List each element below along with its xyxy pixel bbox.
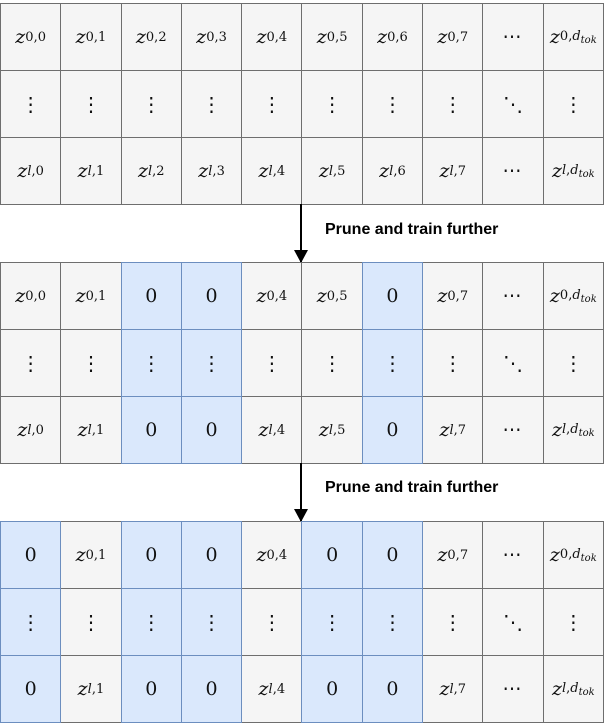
matrix-initial: z 0,0 z 0,1 z 0,2 z 0,3 z 0,4 z 0,5 z 0,6 z 0,7 ⋯ z 0,dtok… [0, 3, 604, 205]
matrix-cell: ⋮ [60, 329, 122, 397]
pruned-cell: 0 [361, 396, 424, 464]
matrix-cell: z 0,7 [422, 262, 484, 330]
matrix-cell: z l,7 [422, 137, 484, 205]
pruned-cell: 0 [301, 521, 363, 589]
pruned-cell: 0 [180, 521, 243, 589]
matrix-cell: ⋮ [542, 329, 604, 397]
matrix-cell: z l,6 [361, 137, 424, 205]
matrix-cell: ⋮ [0, 70, 62, 138]
matrix-cell: ⋮ [0, 329, 62, 397]
pruned-cell: 0 [0, 655, 62, 723]
matrix-cell: z 0,2 [120, 3, 182, 71]
matrix-cell: z 0,5 [301, 3, 363, 71]
matrix-cell: z 0,3 [180, 3, 243, 71]
matrix-cell: ⋮ [60, 588, 122, 656]
step-label: Prune and train further [325, 221, 499, 238]
step-label: Prune and train further [325, 479, 499, 496]
matrix-cell: ⋮ [301, 70, 363, 138]
pruned-cell: ⋮ [301, 588, 363, 656]
matrix-cell: z l,5 [301, 396, 363, 464]
pruned-cell: ⋮ [120, 588, 182, 656]
matrix-cell: z 0,0 [0, 3, 62, 71]
pruned-cell: ⋮ [180, 588, 243, 656]
matrix-cell: z 0,1 [60, 521, 122, 589]
matrix-cell: ⋮ [542, 588, 604, 656]
matrix-cell: z l,1 [60, 137, 122, 205]
matrix-cell: ⋯ [482, 3, 544, 71]
matrix-cell: ⋱ [482, 329, 544, 397]
matrix-cell: z l,dtok [542, 137, 604, 205]
pruned-cell: ⋮ [0, 588, 62, 656]
arrow-down-icon [294, 463, 308, 522]
matrix-cell: z 0,1 [60, 3, 122, 71]
pruned-cell: 0 [301, 655, 363, 723]
matrix-cell: z 0,1 [60, 262, 122, 330]
pruned-cell: 0 [120, 521, 182, 589]
matrix-cell: z 0,dtok [542, 3, 604, 71]
matrix-cell: z 0,7 [422, 3, 484, 71]
matrix-cell: z 0,4 [241, 262, 303, 330]
matrix-cell: z 0,7 [422, 521, 484, 589]
matrix-cell: z l,dtok [542, 655, 604, 723]
arrow-down-icon [294, 204, 308, 263]
matrix-cell: z l,dtok [542, 396, 604, 464]
matrix-cell: z l,1 [60, 655, 122, 723]
pruned-cell: 0 [120, 655, 182, 723]
matrix-cell: z l,4 [241, 137, 303, 205]
matrix-cell: z 0,6 [361, 3, 424, 71]
matrix-cell: ⋮ [361, 70, 424, 138]
pruned-cell: ⋮ [361, 588, 424, 656]
matrix-cell: z l,7 [422, 396, 484, 464]
matrix-cell: ⋮ [422, 329, 484, 397]
matrix-cell: z l,7 [422, 655, 484, 723]
matrix-cell: z 0,dtok [542, 262, 604, 330]
matrix-after-second-prune: 0 z 0,1 0 0 z 0,4 0 0 z 0,7 ⋯ z 0,dtok ⋮ ⋮ ⋮ ⋮ ⋮ ⋮ ⋮ ⋮ ⋱ ⋮ 0 z l,1… [0, 521, 604, 723]
matrix-cell: ⋯ [482, 262, 544, 330]
matrix-cell: ⋯ [482, 137, 544, 205]
matrix-cell: ⋮ [180, 70, 243, 138]
matrix-cell: ⋱ [482, 588, 544, 656]
pruned-cell: 0 [0, 521, 62, 589]
matrix-cell: z 0,4 [241, 3, 303, 71]
pruned-cell: 0 [361, 262, 424, 330]
matrix-cell: z 0,5 [301, 262, 363, 330]
matrix-cell: ⋮ [241, 588, 303, 656]
matrix-cell: z l,4 [241, 396, 303, 464]
matrix-cell: ⋮ [241, 70, 303, 138]
matrix-cell: z l,1 [60, 396, 122, 464]
pruned-cell: ⋮ [361, 329, 424, 397]
matrix-cell: z l,3 [180, 137, 243, 205]
pruned-cell: ⋮ [120, 329, 182, 397]
matrix-cell: ⋮ [422, 588, 484, 656]
pruned-cell: 0 [120, 396, 182, 464]
matrix-cell: z 0,4 [241, 521, 303, 589]
matrix-cell: z l,4 [241, 655, 303, 723]
pruned-cell: 0 [361, 521, 424, 589]
matrix-cell: ⋮ [241, 329, 303, 397]
matrix-cell: z l,0 [0, 396, 62, 464]
matrix-after-first-prune: z 0,0 z 0,1 0 0 z 0,4 z 0,5 0 z 0,7 ⋯ z 0,dtok ⋮ ⋮ ⋮ ⋮ ⋮ ⋮ ⋮ ⋮ ⋱… [0, 262, 604, 464]
matrix-cell: ⋮ [301, 329, 363, 397]
matrix-cell: z 0,dtok [542, 521, 604, 589]
matrix-cell: ⋯ [482, 521, 544, 589]
matrix-cell: ⋯ [482, 396, 544, 464]
matrix-cell: ⋱ [482, 70, 544, 138]
matrix-cell: z l,5 [301, 137, 363, 205]
matrix-cell: ⋮ [60, 70, 122, 138]
pruned-cell: ⋮ [180, 329, 243, 397]
pruned-cell: 0 [180, 655, 243, 723]
pruned-cell: 0 [180, 396, 243, 464]
matrix-cell: z l,0 [0, 137, 62, 205]
matrix-cell: ⋮ [422, 70, 484, 138]
matrix-cell: ⋯ [482, 655, 544, 723]
matrix-cell: ⋮ [120, 70, 182, 138]
matrix-cell: ⋮ [542, 70, 604, 138]
matrix-cell: z l,2 [120, 137, 182, 205]
pruned-cell: 0 [361, 655, 424, 723]
matrix-cell: z 0,0 [0, 262, 62, 330]
pruned-cell: 0 [180, 262, 243, 330]
pruned-cell: 0 [120, 262, 182, 330]
